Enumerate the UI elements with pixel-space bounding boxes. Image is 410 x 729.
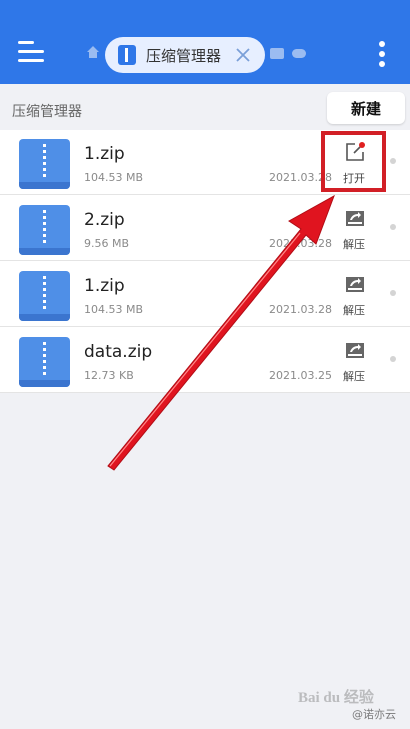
row-indicator bbox=[390, 290, 396, 296]
file-size: 12.73 KB bbox=[84, 369, 134, 382]
list-item[interactable]: 2.zip 9.56 MB 2021.03.28 解压 bbox=[0, 196, 410, 261]
file-name: 2.zip bbox=[84, 210, 125, 230]
extract-button[interactable]: 解压 bbox=[343, 302, 365, 318]
watermark-logo: Bai du 经验 bbox=[298, 690, 374, 706]
chat-icon[interactable] bbox=[270, 48, 284, 59]
row-indicator bbox=[390, 224, 396, 230]
file-date: 2021.03.28 bbox=[269, 303, 332, 316]
list-item[interactable]: 1.zip 104.53 MB 2021.03.28 解压 bbox=[0, 262, 410, 327]
breadcrumb[interactable]: 压缩管理器 bbox=[12, 101, 82, 121]
menu-icon[interactable] bbox=[18, 41, 44, 63]
file-size: 104.53 MB bbox=[84, 303, 144, 316]
more-vertical-icon[interactable] bbox=[379, 41, 385, 67]
extract-button[interactable]: 解压 bbox=[343, 236, 365, 252]
file-date: 2021.03.28 bbox=[269, 237, 332, 250]
home-icon[interactable] bbox=[86, 45, 100, 59]
annotation-highlight-box bbox=[321, 131, 386, 192]
cloud-icon[interactable] bbox=[292, 49, 306, 58]
watermark-source: @诺亦云 bbox=[352, 708, 396, 721]
tab-archive-manager[interactable]: 压缩管理器 bbox=[105, 37, 265, 73]
new-button[interactable]: 新建 bbox=[327, 92, 405, 124]
extract-icon[interactable] bbox=[345, 274, 365, 294]
file-size: 9.56 MB bbox=[84, 237, 130, 250]
archive-app-icon bbox=[118, 45, 136, 65]
file-name: data.zip bbox=[84, 342, 153, 362]
extract-icon[interactable] bbox=[345, 208, 365, 228]
top-app-bar: 压缩管理器 bbox=[0, 0, 410, 84]
file-date: 2021.03.25 bbox=[269, 369, 332, 382]
file-name: 1.zip bbox=[84, 144, 125, 164]
extract-icon[interactable] bbox=[345, 340, 365, 360]
row-indicator bbox=[390, 356, 396, 362]
file-name: 1.zip bbox=[84, 276, 125, 296]
list-item[interactable]: data.zip 12.73 KB 2021.03.25 解压 bbox=[0, 328, 410, 393]
tab-label: 压缩管理器 bbox=[146, 46, 222, 65]
zip-file-icon bbox=[19, 139, 70, 189]
close-icon[interactable] bbox=[234, 46, 252, 64]
zip-file-icon bbox=[19, 337, 70, 387]
zip-file-icon bbox=[19, 271, 70, 321]
row-indicator bbox=[390, 158, 396, 164]
file-size: 104.53 MB bbox=[84, 171, 144, 184]
extract-button[interactable]: 解压 bbox=[343, 368, 365, 384]
zip-file-icon bbox=[19, 205, 70, 255]
